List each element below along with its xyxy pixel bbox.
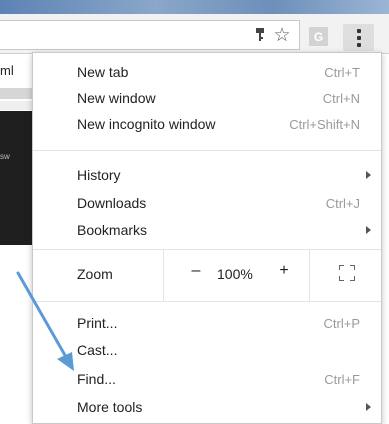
menu-item-history[interactable]: History [33, 163, 381, 187]
background-page-dark-panel [0, 111, 32, 245]
zoom-in-button[interactable]: + [275, 262, 293, 280]
menu-item-downloads[interactable]: Downloads Ctrl+J [33, 191, 381, 215]
menu-item-label: Bookmarks [77, 222, 148, 238]
extension-letter: G [309, 27, 328, 46]
menu-item-label: More tools [77, 399, 143, 415]
menu-item-label: Print... [77, 315, 118, 331]
menu-separator [33, 150, 381, 151]
menu-item-new-tab[interactable]: New tab Ctrl+T [33, 60, 381, 84]
menu-item-shortcut: Ctrl+Shift+N [289, 116, 360, 132]
menu-item-label: New incognito window [77, 116, 216, 132]
menu-item-label: Downloads [77, 195, 147, 211]
chrome-main-menu: New tab Ctrl+T New window Ctrl+N New inc… [32, 52, 382, 424]
menu-item-label: New tab [77, 64, 129, 80]
menu-item-print[interactable]: Print... Ctrl+P [33, 311, 381, 335]
menu-item-bookmarks[interactable]: Bookmarks [33, 218, 381, 242]
menu-item-find[interactable]: Find... Ctrl+F [33, 367, 381, 391]
menu-item-shortcut: Ctrl+F [324, 371, 360, 387]
background-page: ml sw [0, 55, 32, 424]
submenu-arrow-icon [366, 403, 371, 411]
menu-item-label: Find... [77, 371, 116, 387]
menu-item-new-window[interactable]: New window Ctrl+N [33, 86, 381, 110]
zoom-divider [163, 249, 164, 301]
key-icon[interactable] [248, 22, 272, 48]
background-page-small-text: sw [0, 152, 10, 161]
menu-item-shortcut: Ctrl+J [325, 195, 360, 211]
zoom-row: Zoom – 100% + [33, 249, 381, 301]
menu-dot [356, 35, 361, 40]
menu-item-more-tools[interactable]: More tools [33, 395, 381, 419]
fullscreen-icon[interactable] [339, 265, 355, 281]
background-page-text: ml [0, 63, 14, 78]
menu-item-shortcut: Ctrl+N [322, 90, 360, 106]
submenu-arrow-icon [366, 226, 371, 234]
menu-item-new-incognito-window[interactable]: New incognito window Ctrl+Shift+N [33, 112, 381, 136]
menu-item-shortcut: Ctrl+T [324, 64, 360, 80]
menu-item-label: History [77, 167, 121, 183]
zoom-divider [309, 249, 310, 301]
background-page-strip [0, 101, 32, 110]
menu-dot [356, 42, 361, 47]
submenu-arrow-icon [366, 171, 371, 179]
extension-icon[interactable]: G [309, 27, 328, 46]
menu-item-cast[interactable]: Cast... [33, 338, 381, 362]
menu-separator [33, 301, 381, 302]
zoom-out-button[interactable]: – [187, 262, 205, 280]
zoom-label: Zoom [77, 266, 113, 282]
browser-toolbar: ☆ G [0, 14, 389, 54]
menu-item-label: Cast... [77, 342, 118, 358]
bookmark-star-icon[interactable]: ☆ [270, 22, 294, 48]
window-title-strip [0, 0, 389, 14]
background-page-bar [0, 88, 32, 99]
menu-dot [356, 28, 361, 33]
chrome-menu-button[interactable] [343, 24, 374, 51]
menu-item-shortcut: Ctrl+P [323, 315, 360, 331]
menu-item-label: New window [77, 90, 156, 106]
zoom-level: 100% [217, 266, 253, 282]
